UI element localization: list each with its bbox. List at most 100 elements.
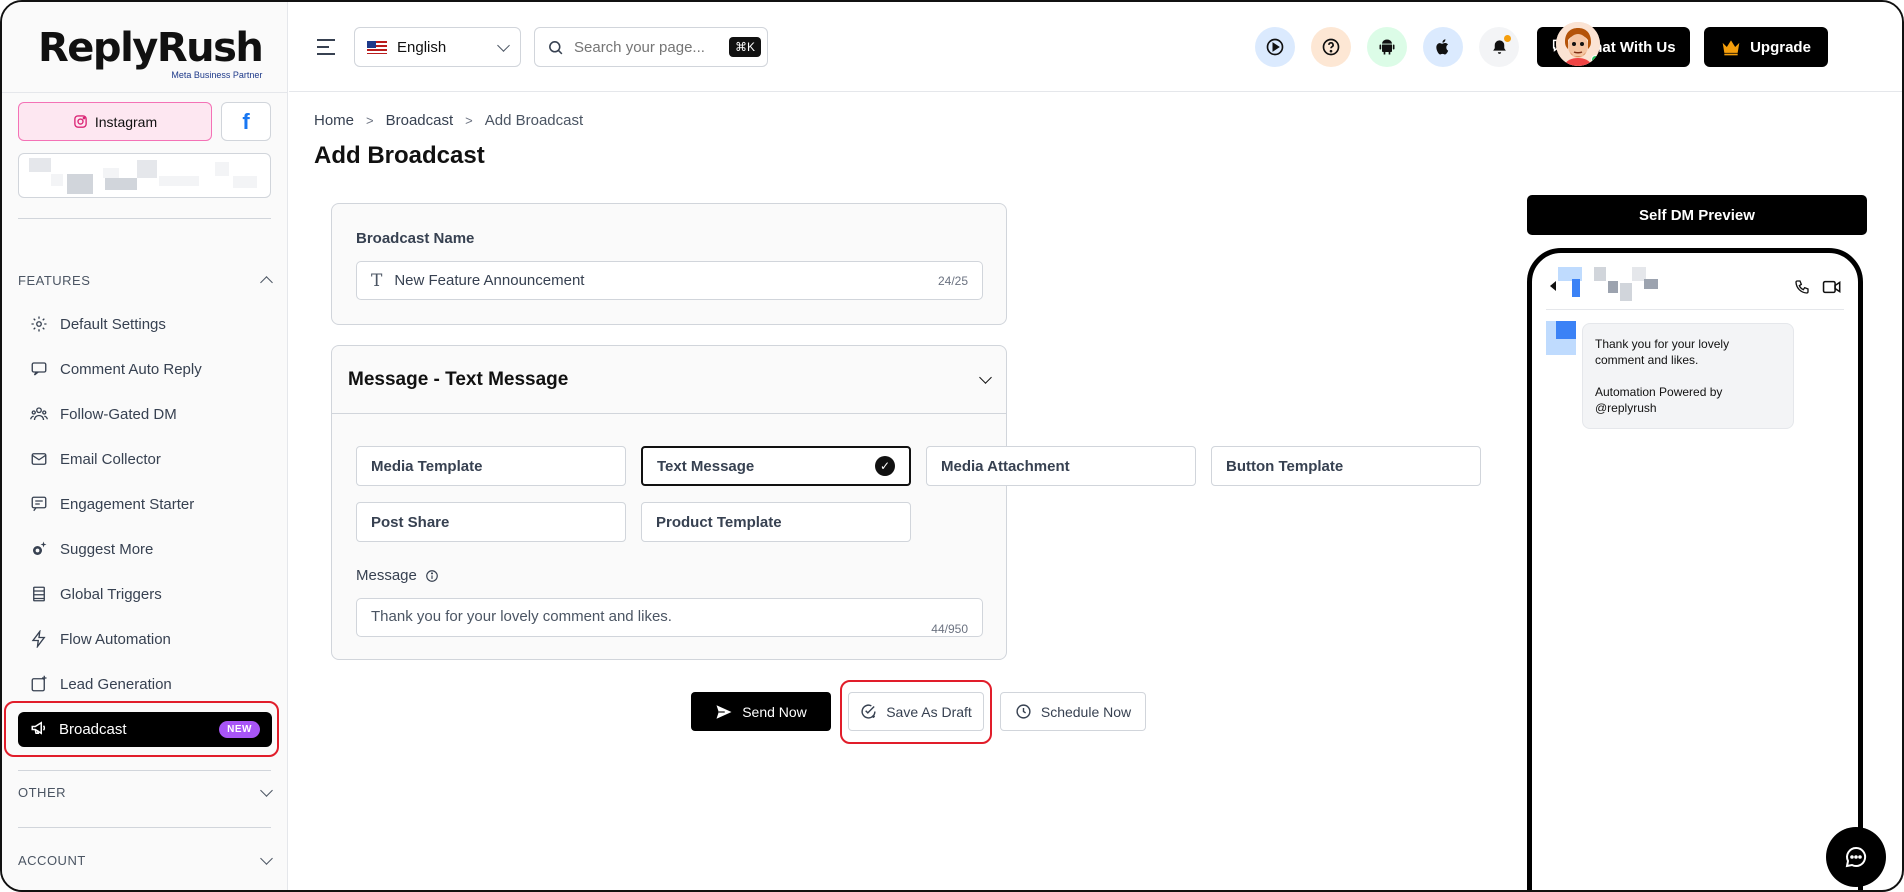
blurred-pixel (1572, 279, 1580, 297)
apple-icon (1436, 39, 1449, 55)
template-media-template[interactable]: Media Template (356, 446, 626, 486)
broadcast-name-field[interactable]: T New Feature Announcement 24/25 (356, 261, 983, 300)
sidebar-item-suggest-more[interactable]: Suggest More (30, 534, 270, 564)
template-media-attachment[interactable]: Media Attachment (926, 446, 1196, 486)
ios-app-button[interactable] (1423, 27, 1463, 67)
sidebar-item-global-triggers[interactable]: Global Triggers (30, 579, 270, 609)
comment-icon (30, 360, 48, 378)
chevron-right-icon: > (366, 113, 374, 128)
blurred-pixel (105, 178, 137, 190)
chat-header-divider (1546, 309, 1844, 310)
dm-message-bubble: Thank you for your lovely comment and li… (1582, 323, 1794, 429)
language-select[interactable]: English (354, 27, 521, 67)
meta-partner-label: Meta Business Partner (171, 70, 263, 80)
sidebar-item-label: Default Settings (60, 315, 166, 333)
template-text-message[interactable]: Text Message ✓ (641, 446, 911, 486)
back-arrow-icon[interactable] (1550, 281, 1556, 291)
brand-logo: ReplyRush Meta Business Partner (38, 28, 264, 80)
message-card: Message - Text Message Media Template Te… (331, 345, 1481, 660)
avatar[interactable] (1556, 22, 1600, 66)
instagram-platform-button[interactable]: Instagram (18, 102, 212, 141)
features-section-toggle[interactable]: FEATURES (18, 273, 273, 289)
template-label: Media Attachment (941, 457, 1070, 475)
sidebar-item-default-settings[interactable]: Default Settings (30, 309, 270, 339)
upgrade-button[interactable]: Upgrade (1704, 27, 1828, 67)
top-bar: English ⌘K Chat With Us (289, 2, 1902, 92)
chat-list-icon (30, 495, 48, 513)
search-box[interactable]: ⌘K (534, 27, 768, 67)
message-section-title: Message - Text Message (348, 368, 569, 390)
bubble-powered-by-text: Automation Powered by @replyrush (1595, 385, 1723, 415)
breadcrumb-current: Add Broadcast (484, 112, 584, 129)
other-section-toggle[interactable]: OTHER (18, 784, 273, 800)
blurred-pixel (103, 168, 119, 178)
template-button-template[interactable]: Button Template (1211, 446, 1481, 486)
help-button[interactable] (1311, 27, 1351, 67)
template-label: Media Template (371, 457, 483, 475)
sidebar-item-follow-gated-dm[interactable]: Follow-Gated DM (30, 399, 270, 429)
sidebar-item-email-collector[interactable]: Email Collector (30, 444, 270, 474)
message-section-header[interactable]: Message - Text Message (332, 346, 1006, 414)
chevron-up-icon (260, 276, 273, 289)
menu-icon[interactable] (317, 39, 335, 60)
notification-dot (1504, 35, 1511, 42)
chevron-down-icon (979, 371, 992, 384)
sidebar-item-label: Comment Auto Reply (60, 360, 202, 378)
sidebar-item-label: Suggest More (60, 540, 154, 558)
message-label: Message (356, 567, 417, 584)
lightning-icon (30, 630, 48, 648)
mail-icon (30, 450, 48, 468)
info-icon[interactable] (425, 569, 439, 583)
video-tutorial-button[interactable] (1255, 27, 1295, 67)
broadcast-name-label: Broadcast Name (356, 230, 475, 247)
bubble-message-text: Thank you for your lovely comment and li… (1595, 337, 1730, 367)
text-type-icon: T (371, 270, 383, 291)
gear-icon (30, 315, 48, 333)
account-section-toggle[interactable]: ACCOUNT (18, 852, 273, 868)
sidebar-item-flow-automation[interactable]: Flow Automation (30, 624, 270, 654)
help-icon (1322, 38, 1340, 56)
template-post-share[interactable]: Post Share (356, 502, 626, 542)
blurred-pixel (215, 162, 229, 176)
schedule-now-label: Schedule Now (1040, 703, 1132, 720)
search-input[interactable] (574, 38, 714, 56)
breadcrumb: Home > Broadcast > Add Broadcast (314, 112, 583, 129)
chevron-down-icon (260, 852, 273, 865)
breadcrumb-home[interactable]: Home (314, 112, 354, 129)
account-selector[interactable] (18, 153, 271, 198)
send-icon (716, 704, 732, 719)
sidebar-item-comment-auto-reply[interactable]: Comment Auto Reply (30, 354, 270, 384)
other-heading: OTHER (18, 785, 66, 800)
online-status-dot (1591, 55, 1600, 64)
chevron-right-icon: > (465, 113, 473, 128)
broadcast-name-value: New Feature Announcement (394, 272, 585, 289)
blurred-pixel (1620, 283, 1632, 301)
schedule-now-button[interactable]: Schedule Now (1000, 692, 1146, 731)
sidebar-divider (18, 218, 271, 219)
self-dm-preview-header: Self DM Preview (1527, 195, 1867, 235)
search-icon (549, 40, 563, 54)
sidebar-item-engagement-starter[interactable]: Engagement Starter (30, 489, 270, 519)
template-product-template[interactable]: Product Template (641, 502, 911, 542)
app-window: ReplyRush Meta Business Partner Instagra… (0, 0, 1904, 892)
template-label: Text Message (657, 457, 755, 475)
breadcrumb-broadcast[interactable]: Broadcast (386, 112, 454, 129)
template-label: Post Share (371, 513, 450, 531)
broadcast-name-card: Broadcast Name T New Feature Announcemen… (331, 203, 1007, 325)
notifications-button[interactable] (1479, 27, 1519, 67)
sidebar-item-lead-generation[interactable]: Lead Generation (30, 669, 270, 699)
send-now-button[interactable]: Send Now (691, 692, 831, 731)
facebook-platform-button[interactable]: f (221, 102, 271, 141)
play-circle-icon (1266, 38, 1284, 56)
message-textarea[interactable]: Thank you for your lovely comment and li… (356, 598, 983, 637)
video-call-icon[interactable] (1822, 279, 1842, 295)
blurred-pixel (137, 160, 157, 178)
sidebar-item-label: Email Collector (60, 450, 161, 468)
phone-call-icon[interactable] (1794, 279, 1810, 295)
live-chat-button[interactable] (1826, 827, 1886, 887)
template-label: Product Template (656, 513, 782, 531)
blurred-pixel (1608, 281, 1618, 293)
page-title: Add Broadcast (314, 142, 485, 169)
android-app-button[interactable] (1367, 27, 1407, 67)
character-count: 24/25 (937, 273, 968, 288)
